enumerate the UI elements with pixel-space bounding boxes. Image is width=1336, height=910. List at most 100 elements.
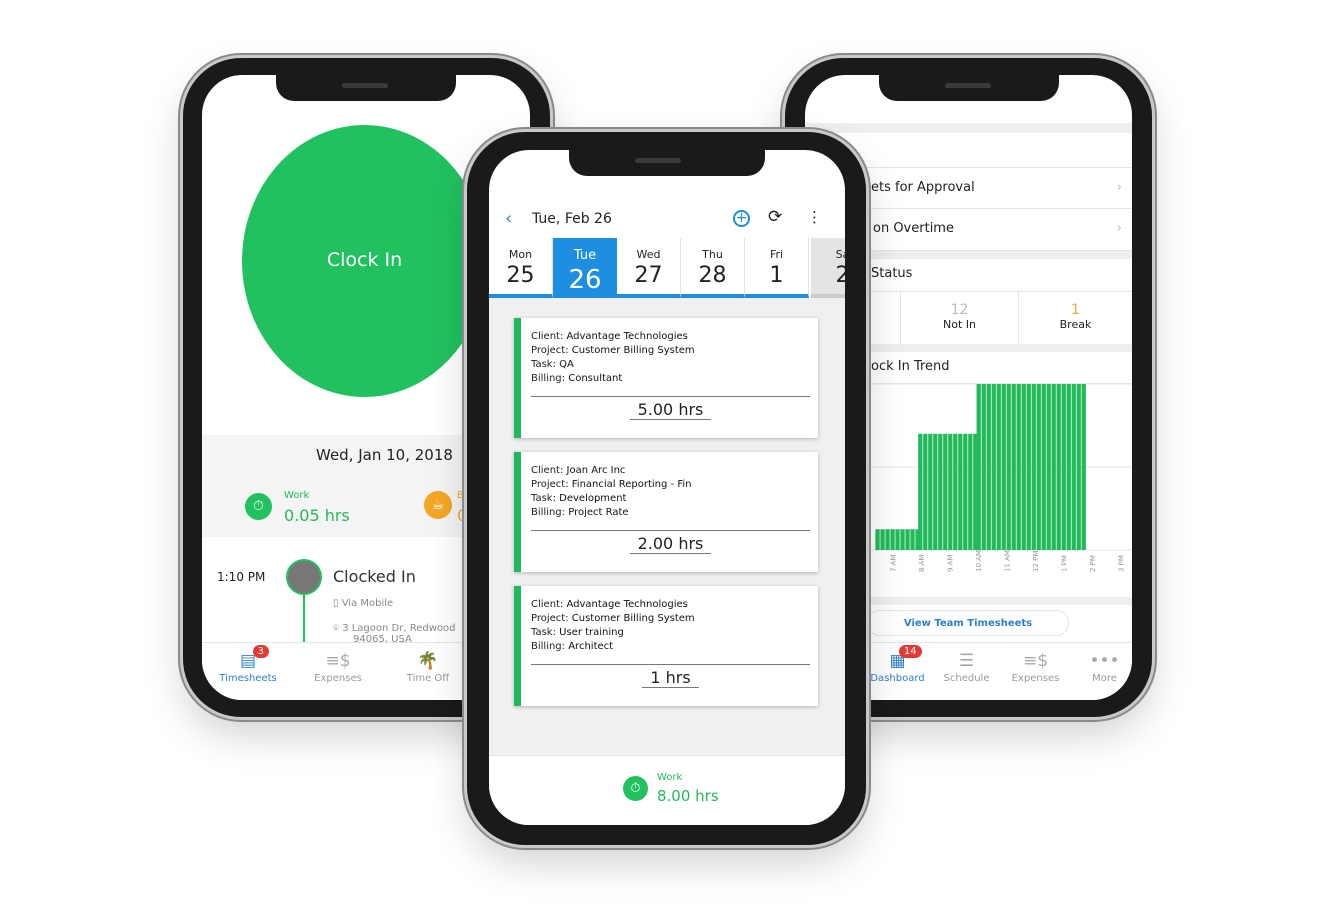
entry-billing: Consultant xyxy=(568,373,623,384)
middle-screen: ‹ Tue, Feb 26 + ⟳ ⋮ Mon 25 Tue 26 Wed 27 Th… xyxy=(489,150,845,825)
chart-bar xyxy=(885,529,890,550)
footer-total: ⏱ Work 8.00 hrs xyxy=(489,755,845,825)
mobile-icon: ▯ xyxy=(333,598,342,609)
entry-client: Joan Arc Inc xyxy=(566,465,626,476)
day-strip: Mon25 Tue26 Wed27 Thu28 Fri1 Sa2 xyxy=(489,238,845,306)
tab-expenses[interactable]: ≡$ Expenses xyxy=(1001,643,1070,700)
work-hours: 0.05 hrs xyxy=(284,506,350,525)
chart-bar xyxy=(875,529,880,550)
day-tue-selected[interactable]: Tue 26 xyxy=(553,238,617,306)
event-time: 1:10 PM xyxy=(217,570,266,584)
chart-bar xyxy=(910,529,915,550)
x-tick-label: 8 AM xyxy=(918,554,926,572)
chart-bar xyxy=(968,433,973,550)
x-tick-label: 1 PM xyxy=(1061,555,1069,572)
chart-bar xyxy=(963,433,968,550)
add-icon[interactable]: + xyxy=(733,210,750,227)
entry-hours: 5.00 hrs xyxy=(629,400,712,420)
total-hours: 8.00 hrs xyxy=(657,787,719,805)
entry-project: Financial Reporting - Fin xyxy=(571,479,692,490)
chart-bar xyxy=(1006,384,1011,550)
x-tick-label: 11 AM xyxy=(1004,550,1012,572)
time-entry-card[interactable]: Client: Advantage Technologies Project: C… xyxy=(514,586,818,706)
event-title: Clocked In xyxy=(333,567,416,586)
chart-bar xyxy=(1021,384,1026,550)
chart-bar xyxy=(1001,384,1006,550)
more-icon: ••• xyxy=(1089,651,1120,671)
view-team-timesheets-button[interactable]: View Team Timesheets xyxy=(867,610,1069,636)
entry-billing: Project Rate xyxy=(568,507,629,518)
header-title: Tue, Feb 26 xyxy=(532,211,612,227)
x-tick-label: 10 AM xyxy=(975,550,983,572)
chart-bar xyxy=(953,433,958,550)
tab-expenses[interactable]: ≡$ Expenses xyxy=(293,643,383,700)
stopwatch-icon: ⏱ xyxy=(623,776,648,801)
chart-bar xyxy=(1016,384,1021,550)
chart-bar xyxy=(991,384,996,550)
schedule-icon: ☰ xyxy=(958,651,975,671)
chart-bar xyxy=(890,529,895,550)
chart-bar xyxy=(923,433,928,550)
chart-bar xyxy=(948,433,953,550)
chart-bar xyxy=(976,384,981,550)
chart-bar xyxy=(986,384,991,550)
notification-badge: 3 xyxy=(252,645,269,658)
x-tick-label: 9 AM xyxy=(947,554,955,572)
entry-client: Advantage Technologies xyxy=(566,599,688,610)
entry-task: Development xyxy=(559,493,627,504)
entry-hours: 1 hrs xyxy=(642,668,699,688)
chart-bar xyxy=(1081,384,1086,550)
day-mon[interactable]: Mon 25 xyxy=(489,238,553,298)
day-fri[interactable]: Fri 1 xyxy=(745,238,809,298)
tab-time-off[interactable]: 🌴 Time Off xyxy=(383,643,473,700)
time-entry-card[interactable]: Client: Advantage Technologies Project: C… xyxy=(514,318,818,438)
stopwatch-icon: ⏱ xyxy=(245,493,272,520)
chart-bar xyxy=(996,384,1001,550)
stat-not-in[interactable]: 12 Not In xyxy=(900,292,1018,344)
entry-project: Customer Billing System xyxy=(571,613,695,624)
chart-bar xyxy=(933,433,938,550)
tab-more[interactable]: ••• More xyxy=(1070,643,1132,700)
entry-billing: Architect xyxy=(568,641,614,652)
chart-bar xyxy=(1056,384,1061,550)
chart-bar xyxy=(1076,384,1081,550)
x-tick-label: 2 PM xyxy=(1089,555,1097,572)
expenses-icon: ≡$ xyxy=(1022,651,1049,671)
stat-break[interactable]: 1 Break xyxy=(1018,292,1132,344)
tab-schedule[interactable]: ☰ Schedule xyxy=(932,643,1001,700)
chart-bar xyxy=(1031,384,1036,550)
chart-bar xyxy=(918,433,923,550)
tab-timesheets[interactable]: ▤ Timesheets 3 xyxy=(203,643,293,700)
more-vertical-icon[interactable]: ⋮ xyxy=(807,208,822,226)
x-tick-label: 7 AM xyxy=(890,554,898,572)
chart-bar xyxy=(981,384,986,550)
back-button[interactable]: ‹ xyxy=(505,208,512,229)
break-cup-icon: ☕ xyxy=(424,491,452,519)
middle-phone: ‹ Tue, Feb 26 + ⟳ ⋮ Mon 25 Tue 26 Wed 27 Th… xyxy=(467,132,866,845)
chevron-right-icon: › xyxy=(1116,221,1122,236)
entry-client: Advantage Technologies xyxy=(566,331,688,342)
chart-bar xyxy=(1046,384,1051,550)
clock-in-button[interactable]: Clock In xyxy=(242,125,487,397)
chart-bar xyxy=(1066,384,1071,550)
tab-dashboard[interactable]: ▦ Dashboard 14 xyxy=(863,643,932,700)
chart-bar xyxy=(900,529,905,550)
time-entry-card[interactable]: Client: Joan Arc Inc Project: Financial R… xyxy=(514,452,818,572)
notification-badge: 14 xyxy=(898,645,922,658)
day-thu[interactable]: Thu 28 xyxy=(681,238,745,298)
x-tick-label: 12 PM xyxy=(1032,551,1040,572)
timesheet-icon: ▤ xyxy=(239,651,257,671)
chevron-right-icon: › xyxy=(1116,180,1122,195)
refresh-icon[interactable]: ⟳ xyxy=(768,207,782,227)
chart-bar xyxy=(1036,384,1041,550)
grid-icon: ▦ xyxy=(889,651,906,671)
day-wed[interactable]: Wed 27 xyxy=(617,238,681,298)
chart-bar xyxy=(895,529,900,550)
chart-bar xyxy=(943,433,948,550)
entry-task: QA xyxy=(559,359,574,370)
chart-bar xyxy=(1026,384,1031,550)
entry-hours: 2.00 hrs xyxy=(629,534,712,554)
chart-bar xyxy=(1041,384,1046,550)
palm-tree-icon: 🌴 xyxy=(417,651,439,671)
day-sat[interactable]: Sa2 xyxy=(811,238,845,298)
